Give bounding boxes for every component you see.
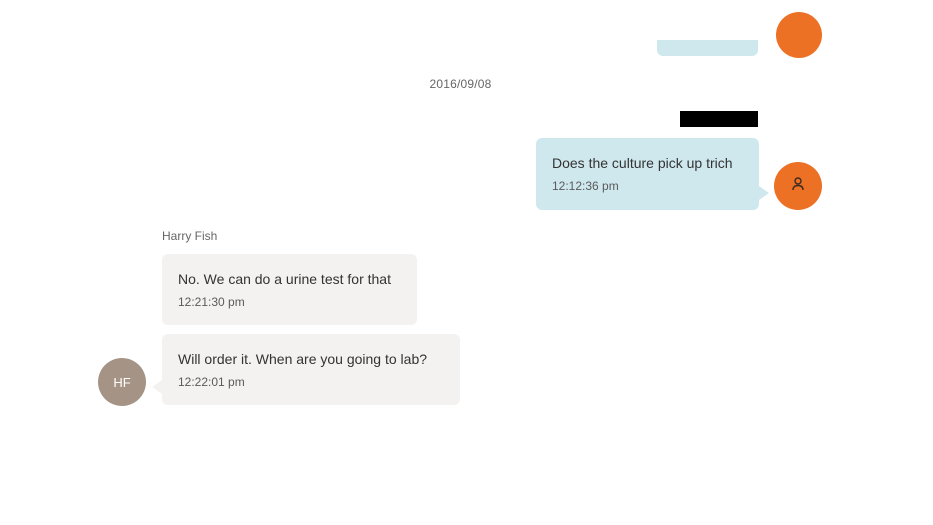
redacted-sender-name (680, 111, 758, 127)
incoming-message-bubble: No. We can do a urine test for that 12:2… (162, 254, 417, 325)
sender-name: Harry Fish (162, 229, 218, 243)
outgoing-message-bubble: Does the culture pick up trich 12:12:36 … (536, 138, 769, 210)
previous-message-bubble (657, 40, 758, 56)
incoming-message-bubble: Will order it. When are you going to lab… (152, 334, 460, 405)
sender-avatar: HF (98, 358, 146, 406)
sender-initials: HF (113, 374, 131, 390)
user-avatar (774, 162, 822, 210)
message-text: No. We can do a urine test for that (178, 271, 391, 287)
previous-user-avatar (776, 12, 822, 58)
date-divider: 2016/09/08 (429, 77, 492, 91)
message-timestamp: 12:12:36 pm (552, 179, 619, 193)
message-timestamp: 12:21:30 pm (178, 295, 245, 309)
person-icon (791, 176, 805, 197)
message-text: Does the culture pick up trich (552, 155, 733, 171)
message-text: Will order it. When are you going to lab… (178, 351, 428, 367)
message-timestamp: 12:22:01 pm (178, 375, 245, 389)
